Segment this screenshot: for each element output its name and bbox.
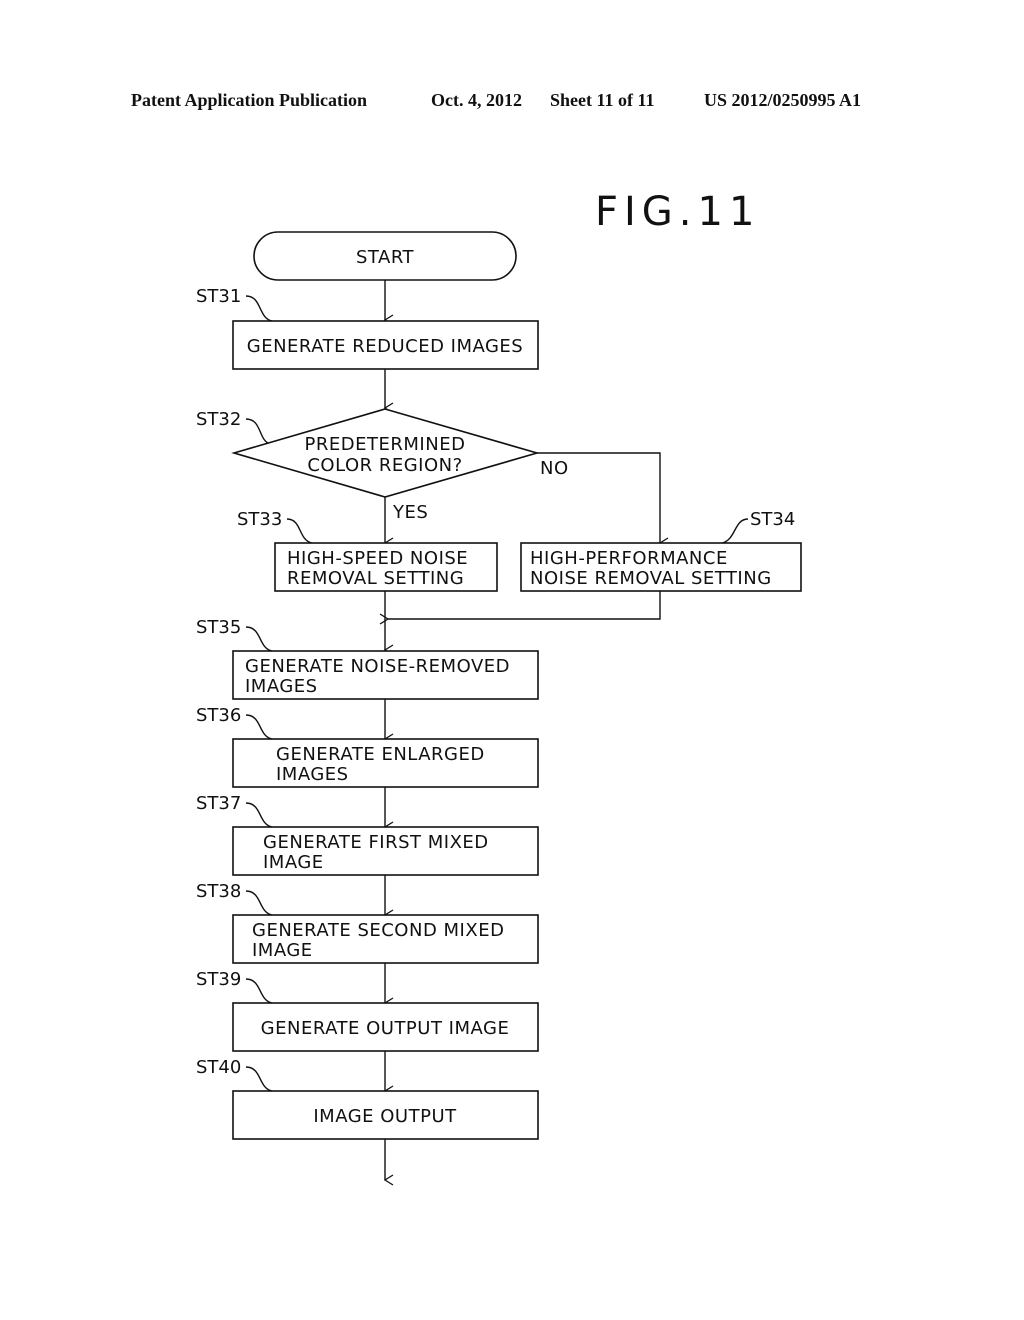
step-id-st34: ST34	[750, 509, 795, 530]
leader-st40	[245, 1066, 273, 1092]
leader-st34	[721, 518, 749, 544]
flowchart: FIG.11 START ST31 GENERATE REDUCED IMAGE…	[196, 189, 802, 1186]
step-text-st35-line1: GENERATE NOISE-REMOVED	[245, 656, 510, 677]
step-id-st40: ST40	[196, 1057, 241, 1078]
step-text-st37-line1: GENERATE FIRST MIXED	[263, 832, 489, 853]
step-id-st32: ST32	[196, 409, 241, 430]
figure-title: FIG.11	[595, 189, 760, 235]
step-text-st39: GENERATE OUTPUT IMAGE	[261, 1018, 510, 1039]
step-id-st35: ST35	[196, 617, 241, 638]
step-text-st33-line1: HIGH-SPEED NOISE	[287, 548, 468, 569]
step-text-st38-line1: GENERATE SECOND MIXED	[252, 920, 504, 941]
step-id-st31: ST31	[196, 286, 241, 307]
step-text-st36-line2: IMAGES	[276, 764, 349, 785]
step-text-st37-line2: IMAGE	[263, 852, 324, 873]
step-text-st34-line1: HIGH-PERFORMANCE	[530, 548, 728, 569]
step-text-st31: GENERATE REDUCED IMAGES	[247, 336, 523, 357]
step-text-st34-line2: NOISE REMOVAL SETTING	[530, 568, 772, 589]
step-text-st40: IMAGE OUTPUT	[313, 1106, 457, 1127]
step-id-st38: ST38	[196, 881, 241, 902]
start-label: START	[356, 247, 415, 268]
leader-st32	[245, 418, 271, 445]
decision-text-line1: PREDETERMINED	[305, 434, 466, 455]
step-id-st39: ST39	[196, 969, 241, 990]
branch-yes-label: YES	[392, 502, 428, 523]
step-text-st33-line2: REMOVAL SETTING	[287, 568, 464, 589]
decision-text-line2: COLOR REGION?	[307, 455, 462, 476]
step-text-st36-line1: GENERATE ENLARGED	[276, 744, 485, 765]
arrow-st34-merge	[379, 591, 661, 625]
step-id-st36: ST36	[196, 705, 241, 726]
leader-st39	[245, 978, 273, 1004]
leader-st33	[286, 518, 313, 544]
step-text-st38-line2: IMAGE	[252, 940, 313, 961]
step-id-st37: ST37	[196, 793, 241, 814]
leader-st36	[245, 714, 273, 740]
leader-st37	[245, 802, 273, 828]
leader-st35	[245, 626, 273, 652]
step-text-st35-line2: IMAGES	[245, 676, 318, 697]
step-id-st33: ST33	[237, 509, 282, 530]
branch-no-label: NO	[540, 458, 569, 479]
leader-st31	[245, 295, 273, 322]
leader-st38	[245, 890, 273, 916]
